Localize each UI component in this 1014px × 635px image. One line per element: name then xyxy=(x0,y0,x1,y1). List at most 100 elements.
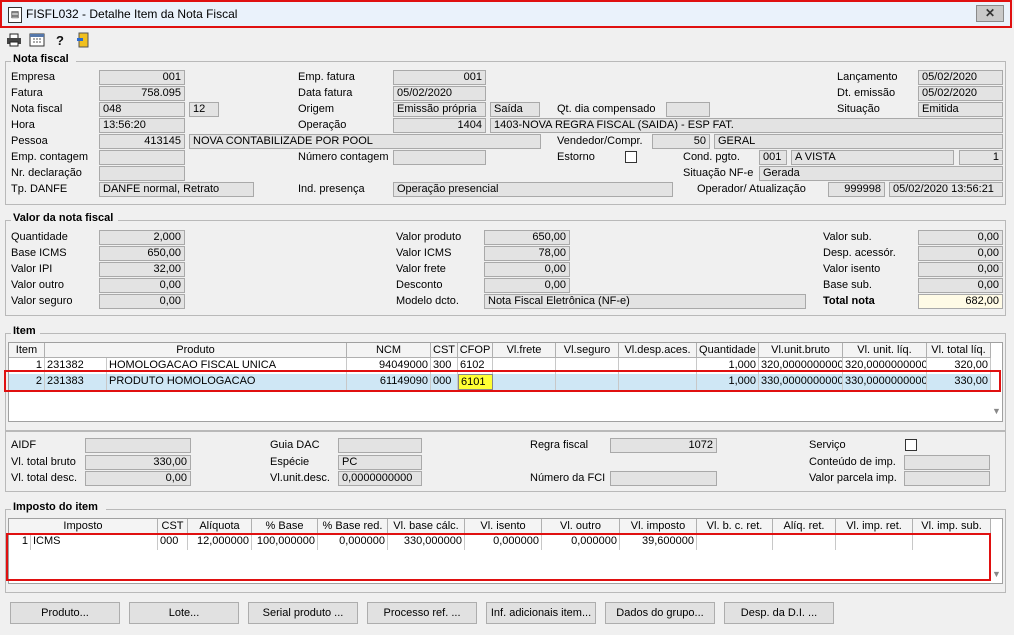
valor-nf-title: Valor da nota fiscal xyxy=(11,212,116,224)
cell-cst: 000 xyxy=(158,534,188,550)
table-row[interactable]: 1 231382 HOMOLOGACAO FISCAL UNICA 940490… xyxy=(9,358,991,374)
tp-danfe-label: Tp. DANFE xyxy=(11,183,68,195)
pessoa-label: Pessoa xyxy=(11,135,48,147)
desconto-field: 0,00 xyxy=(484,278,570,293)
guia-dac-field xyxy=(338,438,422,453)
exit-icon[interactable] xyxy=(74,32,92,50)
cell-item: 1 xyxy=(9,358,45,374)
cell-quantidade: 1,000 xyxy=(697,358,759,374)
produto-button[interactable]: Produto... xyxy=(10,602,120,624)
valor-isento-field: 0,00 xyxy=(918,262,1003,277)
cell-aliquota: 12,000000 xyxy=(188,534,252,550)
especie-field: PC xyxy=(338,455,422,470)
lancamento-label: Lançamento xyxy=(837,71,898,83)
col-vl-bc-ret[interactable]: Vl. b. c. ret. xyxy=(697,519,773,534)
valor-isento-label: Valor isento xyxy=(823,263,881,275)
fatura-label: Fatura xyxy=(11,87,43,99)
col-vl-seguro[interactable]: Vl.seguro xyxy=(556,343,619,358)
valor-sub-field: 0,00 xyxy=(918,230,1003,245)
especie-label: Espécie xyxy=(270,456,310,468)
cell-vl-unit-bruto: 330,0000000000 xyxy=(759,374,843,390)
col-perc-base[interactable]: % Base xyxy=(252,519,318,534)
qt-dia-compensado-label: Qt. dia compensado xyxy=(557,103,656,115)
lote-button[interactable]: Lote... xyxy=(129,602,239,624)
col-imposto[interactable]: Imposto xyxy=(9,519,158,534)
base-sub-field: 0,00 xyxy=(918,278,1003,293)
inf-adicionais-item-button[interactable]: Inf. adicionais item... xyxy=(486,602,596,624)
col-perc-base-red[interactable]: % Base red. xyxy=(318,519,388,534)
col-cst[interactable]: CST xyxy=(431,343,458,358)
table-row[interactable]: 1 ICMS 000 12,000000 100,000000 0,000000… xyxy=(9,534,991,550)
printer-icon[interactable] xyxy=(5,32,23,50)
col-vl-desp-aces[interactable]: Vl.desp.aces. xyxy=(619,343,697,358)
cell-vl-frete xyxy=(493,374,556,390)
situacao-nfe-field: Gerada xyxy=(759,166,1003,181)
cell-cst: 000 xyxy=(431,374,458,390)
scroll-down-icon[interactable]: ▼ xyxy=(992,569,1001,579)
base-icms-field: 650,00 xyxy=(99,246,185,261)
col-quantidade[interactable]: Quantidade xyxy=(697,343,759,358)
close-button[interactable]: ✕ xyxy=(976,5,1004,22)
help-icon[interactable]: ? xyxy=(51,32,69,50)
situacao-field: Emitida xyxy=(918,102,1003,117)
col-ncm[interactable]: NCM xyxy=(347,343,431,358)
numero-fci-label: Número da FCI xyxy=(530,472,606,484)
processo-ref-button[interactable]: Processo ref. ... xyxy=(367,602,477,624)
servico-checkbox[interactable] xyxy=(905,439,917,451)
cond-pgto-code-field: 001 xyxy=(759,150,787,165)
table-row-selected[interactable]: 2 231383 PRODUTO HOMOLOGACAO 61149090 00… xyxy=(9,374,991,390)
dados-do-grupo-button[interactable]: Dados do grupo... xyxy=(605,602,715,624)
nota-fiscal-label: Nota fiscal xyxy=(11,103,63,115)
cell-vl-imp-ret xyxy=(836,534,913,550)
col-vl-frete[interactable]: Vl.frete xyxy=(493,343,556,358)
col-vl-outro[interactable]: Vl. outro xyxy=(542,519,620,534)
cell-vl-imp-sub xyxy=(913,534,991,550)
vendedor-name-field: GERAL xyxy=(714,134,1003,149)
col-vl-base-calc[interactable]: Vl. base cálc. xyxy=(388,519,465,534)
operador-label: Operador/ Atualização xyxy=(697,183,806,195)
estorno-checkbox[interactable] xyxy=(625,151,637,163)
vl-total-desc-field: 0,00 xyxy=(85,471,191,486)
vl-total-desc-label: Vl. total desc. xyxy=(11,472,78,484)
cell-vl-base-calc: 330,000000 xyxy=(388,534,465,550)
col-item[interactable]: Item xyxy=(9,343,45,358)
nr-declaracao-field xyxy=(99,166,185,181)
col-aliq-ret[interactable]: Alíq. ret. xyxy=(773,519,836,534)
col-vl-total-liq[interactable]: Vl. total líq. xyxy=(927,343,991,358)
col-vl-imposto[interactable]: Vl. imposto xyxy=(620,519,697,534)
cell-imposto: ICMS xyxy=(31,534,158,550)
calendar-icon[interactable] xyxy=(28,32,46,50)
cell-vl-unit-liq: 320,0000000000 xyxy=(843,358,927,374)
serial-produto-button[interactable]: Serial produto ... xyxy=(248,602,358,624)
emp-fatura-field: 001 xyxy=(393,70,486,85)
col-vl-unit-liq[interactable]: Vl. unit. líq. xyxy=(843,343,927,358)
scroll-down-icon[interactable]: ▼ xyxy=(992,406,1001,416)
origem-label: Origem xyxy=(298,103,335,115)
hora-label: Hora xyxy=(11,119,35,131)
ind-presenca-field: Operação presencial xyxy=(393,182,673,197)
col-aliquota[interactable]: Alíquota xyxy=(188,519,252,534)
numero-fci-field xyxy=(610,471,717,486)
col-produto[interactable]: Produto xyxy=(45,343,347,358)
col-vl-unit-bruto[interactable]: Vl.unit.bruto xyxy=(759,343,843,358)
col-vl-isento[interactable]: Vl. isento xyxy=(465,519,542,534)
desconto-label: Desconto xyxy=(396,279,443,291)
valor-sub-label: Valor sub. xyxy=(823,231,872,243)
valor-icms-label: Valor ICMS xyxy=(396,247,452,259)
quantidade-field: 2,000 xyxy=(99,230,185,245)
col-cst[interactable]: CST xyxy=(158,519,188,534)
dt-emissao-field: 05/02/2020 xyxy=(918,86,1003,101)
col-vl-imp-sub[interactable]: Vl. imp. sub. xyxy=(913,519,991,534)
desp-da-di-button[interactable]: Desp. da D.I. ... xyxy=(724,602,834,624)
aidf-field xyxy=(85,438,191,453)
col-vl-imp-ret[interactable]: Vl. imp. ret. xyxy=(836,519,913,534)
cell-cfop-highlighted: 6101 xyxy=(458,374,493,390)
nota-fiscal-field: 048 xyxy=(99,102,185,117)
valor-seguro-label: Valor seguro xyxy=(11,295,73,307)
col-cfop[interactable]: CFOP xyxy=(458,343,493,358)
cell-ncm: 61149090 xyxy=(347,374,431,390)
cell-vl-total-liq: 330,00 xyxy=(927,374,991,390)
valor-frete-field: 0,00 xyxy=(484,262,570,277)
lancamento-field: 05/02/2020 xyxy=(918,70,1003,85)
cell-produto-cod: 231382 xyxy=(45,358,107,374)
